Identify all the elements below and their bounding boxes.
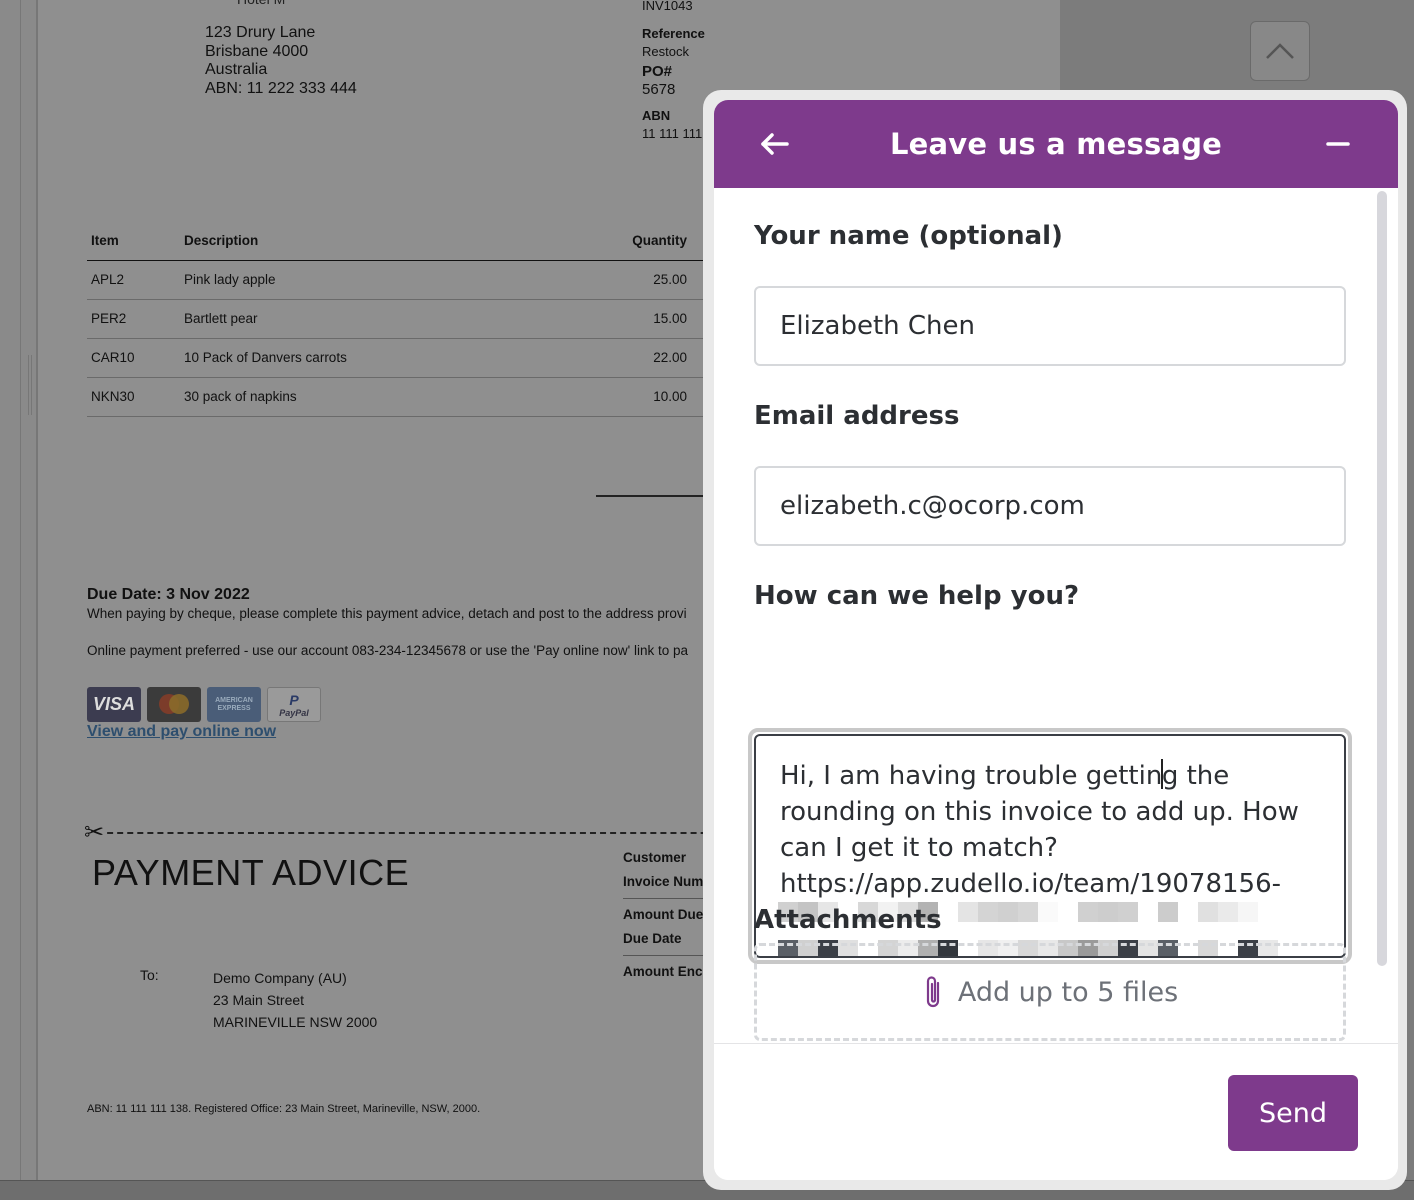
amex-logo: AMERICAN EXPRESS bbox=[207, 687, 261, 722]
item-code: CAR10 bbox=[87, 338, 180, 378]
scissors-icon: ✂ bbox=[84, 818, 105, 847]
widget-form: Your name (optional) Elizabeth Chen Emai… bbox=[714, 188, 1398, 1043]
po-label: PO# bbox=[642, 63, 673, 80]
paypal-label: PayPal bbox=[279, 707, 309, 718]
message-text: Hi, I am having trouble getting the roun… bbox=[780, 758, 1320, 902]
widget-footer: Send bbox=[714, 1043, 1398, 1180]
table-row: APL2 Pink lady apple 25.00 bbox=[87, 260, 767, 300]
widget-title: Leave us a message bbox=[889, 127, 1223, 161]
reference-value: Restock bbox=[642, 44, 689, 59]
message-text-start: Hi, I am having trouble gettin bbox=[780, 761, 1163, 791]
payment-advice-title: PAYMENT ADVICE bbox=[92, 852, 410, 893]
item-description: 30 pack of napkins bbox=[180, 377, 510, 417]
item-description: 10 Pack of Danvers carrots bbox=[180, 338, 510, 378]
line-items-table: Item Description Quantity APL2 Pink lady… bbox=[87, 222, 767, 417]
invoice-number: INV1043 bbox=[642, 0, 693, 13]
back-button[interactable] bbox=[754, 126, 794, 162]
to-label: To: bbox=[140, 967, 159, 983]
mastercard-logo bbox=[147, 687, 201, 722]
minimize-button[interactable] bbox=[1318, 126, 1358, 162]
attachments-label: Attachments bbox=[754, 905, 942, 935]
paypal-logo: P PayPal bbox=[267, 687, 321, 722]
minimize-icon bbox=[1326, 142, 1350, 146]
email-input[interactable]: elizabeth.c@ocorp.com bbox=[754, 466, 1346, 546]
online-payment-note: Online payment preferred - use our accou… bbox=[87, 643, 689, 658]
to-address-line: MARINEVILLE NSW 2000 bbox=[213, 1014, 378, 1030]
table-row: CAR10 10 Pack of Danvers carrots 22.00 bbox=[87, 338, 767, 378]
form-scrollbar[interactable] bbox=[1377, 191, 1387, 966]
name-input[interactable]: Elizabeth Chen bbox=[754, 286, 1346, 366]
table-header-row: Item Description Quantity bbox=[87, 222, 767, 261]
due-date: Due Date: 3 Nov 2022 bbox=[87, 586, 250, 603]
item-code: APL2 bbox=[87, 260, 180, 300]
registered-office-footer: ABN: 11 111 111 138. Registered Office: … bbox=[87, 1103, 481, 1115]
left-gutter bbox=[0, 0, 38, 1180]
bill-to-city: Brisbane 4000 bbox=[205, 42, 309, 60]
attachment-dropzone[interactable]: Add up to 5 files bbox=[754, 943, 1346, 1041]
to-address-line: 23 Main Street bbox=[213, 992, 305, 1008]
dropzone-text: Add up to 5 files bbox=[957, 976, 1179, 1008]
item-code: PER2 bbox=[87, 299, 180, 339]
reference-label: Reference bbox=[642, 26, 705, 41]
arrow-left-icon bbox=[761, 133, 789, 155]
table-row: PER2 Bartlett pear 15.00 bbox=[87, 299, 767, 339]
pay-online-link[interactable]: View and pay online now bbox=[87, 723, 276, 741]
cheque-note: When paying by cheque, please complete t… bbox=[87, 606, 687, 621]
bill-to-country: Australia bbox=[205, 61, 268, 78]
abn-label: ABN bbox=[642, 108, 671, 123]
col-description: Description bbox=[180, 222, 510, 261]
to-address-line: Demo Company (AU) bbox=[213, 970, 347, 986]
cut-line bbox=[87, 832, 767, 834]
contact-widget: Leave us a message Your name (optional) … bbox=[714, 100, 1398, 1180]
widget-header: Leave us a message bbox=[714, 100, 1398, 188]
bill-to-abn: ABN: 11 222 333 444 bbox=[205, 79, 357, 97]
abn-value: 11 111 111 bbox=[642, 126, 703, 141]
message-label: How can we help you? bbox=[754, 581, 1080, 611]
col-item: Item bbox=[87, 222, 180, 261]
to-address: Demo Company (AU) 23 Main Street MARINEV… bbox=[213, 967, 377, 1033]
paperclip-icon bbox=[926, 976, 939, 1008]
item-description: Pink lady apple bbox=[180, 260, 510, 300]
resize-grip[interactable] bbox=[28, 355, 32, 415]
item-description: Bartlett pear bbox=[180, 299, 510, 339]
table-row: NKN30 30 pack of napkins 10.00 bbox=[87, 377, 767, 417]
item-code: NKN30 bbox=[87, 377, 180, 417]
bill-to-name: Hotel M bbox=[237, 0, 285, 9]
email-label: Email address bbox=[754, 401, 960, 431]
po-value: 5678 bbox=[642, 81, 676, 98]
bill-to-address: Hotel M 123 Drury Lane Brisbane 4000 Aus… bbox=[205, 0, 357, 98]
visa-logo: VISA bbox=[87, 687, 141, 722]
payment-card-logos: VISA AMERICAN EXPRESS P PayPal bbox=[87, 687, 321, 722]
invoice-meta: INV1043 Reference Restock PO# 5678 ABN 1… bbox=[642, 0, 705, 143]
send-button[interactable]: Send bbox=[1228, 1075, 1358, 1151]
scroll-up-button[interactable] bbox=[1250, 21, 1310, 81]
chevron-up-icon bbox=[1266, 43, 1294, 59]
gutter-line bbox=[20, 0, 21, 1180]
name-label: Your name (optional) bbox=[754, 221, 1063, 251]
